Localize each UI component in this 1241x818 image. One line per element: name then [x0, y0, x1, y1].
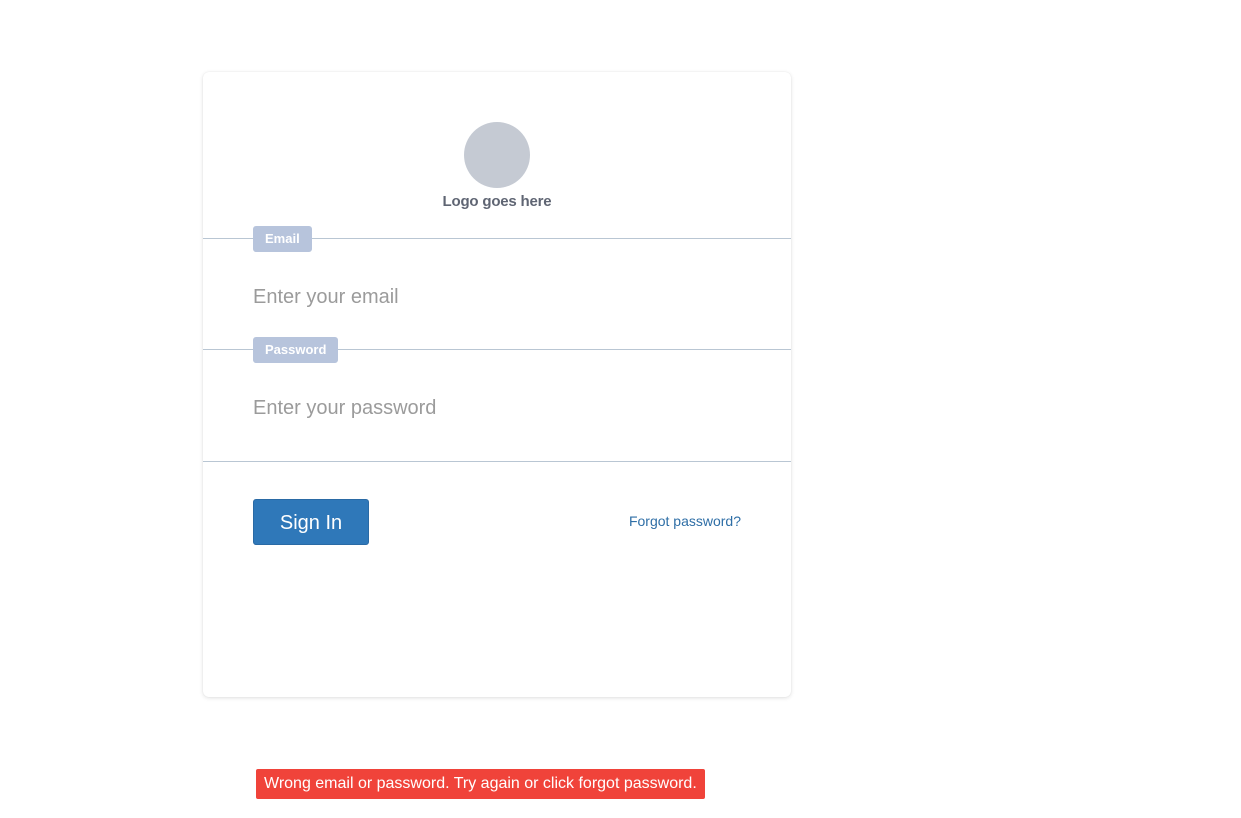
divider	[203, 461, 791, 462]
login-card: Logo goes here Email Password Sign In Fo…	[203, 72, 791, 697]
error-message: Wrong email or password. Try again or cl…	[256, 769, 705, 799]
password-label: Password	[253, 337, 339, 363]
email-label: Email	[253, 226, 312, 252]
password-input[interactable]	[253, 393, 743, 423]
forgot-password-link[interactable]: Forgot password?	[629, 513, 741, 529]
logo-placeholder-image	[464, 122, 530, 188]
sign-in-button[interactable]: Sign In	[253, 499, 369, 545]
email-input[interactable]	[253, 282, 743, 312]
logo-text: Logo goes here	[442, 193, 552, 210]
